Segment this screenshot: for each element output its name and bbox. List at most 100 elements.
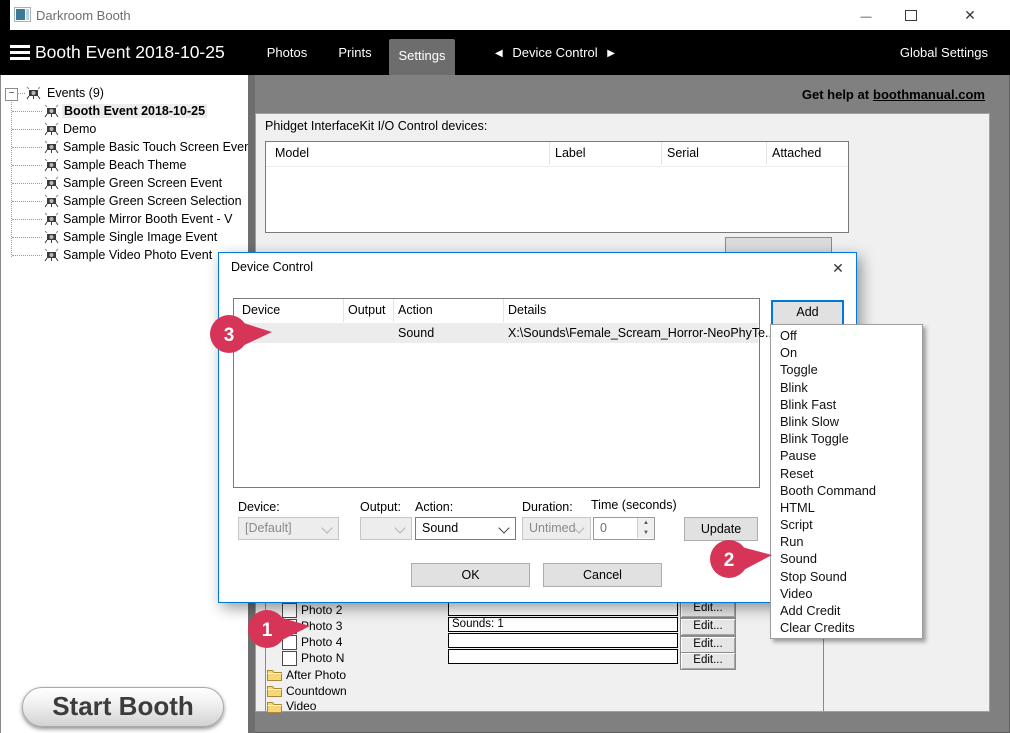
- folder-countdown[interactable]: Countdown: [286, 684, 347, 698]
- settings-page-pager: ◀ Device Control ▶: [495, 30, 615, 75]
- phidget-device-table[interactable]: Model Label Serial Attached: [265, 141, 849, 233]
- dialog-close-button[interactable]: ✕: [827, 258, 849, 278]
- menu-item-clear-credits[interactable]: Clear Credits: [771, 619, 922, 636]
- tab-photos[interactable]: Photos: [258, 30, 316, 75]
- ok-button[interactable]: OK: [411, 563, 530, 587]
- tree-item-mirror-booth[interactable]: Sample Mirror Booth Event - V: [0, 210, 248, 228]
- output-select[interactable]: [360, 517, 412, 540]
- col-details: Details: [508, 303, 547, 317]
- pager-right-icon[interactable]: ▶: [607, 48, 615, 59]
- tab-settings[interactable]: Settings: [389, 39, 455, 75]
- photo-2-field[interactable]: [448, 601, 678, 616]
- dialog-table-header: Device Output Action Details: [234, 299, 759, 324]
- close-icon: ✕: [832, 260, 844, 276]
- menu-item-pause[interactable]: Pause: [771, 447, 922, 464]
- edit-button-photo-n[interactable]: Edit...: [680, 652, 736, 670]
- tree-item-demo[interactable]: Demo: [0, 120, 248, 138]
- callout-number: 2: [724, 550, 735, 571]
- maximize-button[interactable]: [889, 0, 935, 30]
- dialog-action-table[interactable]: Device Output Action Details Sound X:\So…: [233, 298, 775, 488]
- title-bar: Darkroom Booth — ✕: [0, 0, 1010, 31]
- close-button[interactable]: ✕: [940, 0, 1000, 30]
- checkbox-label: Photo N: [301, 651, 345, 665]
- menu-item-blink-slow[interactable]: Blink Slow: [771, 413, 922, 430]
- duration-select[interactable]: Untimed: [522, 517, 591, 540]
- tree-item-single-image[interactable]: Sample Single Image Event: [0, 228, 248, 246]
- event-icon: [44, 230, 59, 244]
- tree-item-video-photo[interactable]: Sample Video Photo Event: [0, 246, 248, 264]
- folder-icon: [267, 670, 282, 681]
- tree-item-beach-theme[interactable]: Sample Beach Theme: [0, 156, 248, 174]
- menu-item-video[interactable]: Video: [771, 585, 922, 602]
- folder-video[interactable]: Video: [286, 699, 316, 713]
- tree-item-green-selection[interactable]: Sample Green Screen Selection: [0, 192, 248, 210]
- tree-root-events[interactable]: Events (9): [0, 84, 248, 102]
- spinner-up-button[interactable]: ▲: [637, 518, 654, 528]
- phidget-label: Phidget InterfaceKit I/O Control devices…: [265, 119, 488, 133]
- app-window: Darkroom Booth — ✕ Booth Event 2018-10-2…: [0, 0, 1010, 733]
- photo-n-field[interactable]: [448, 649, 678, 664]
- checkbox-photo-n[interactable]: [282, 651, 297, 666]
- menu-item-on[interactable]: On: [771, 344, 922, 361]
- nav-bar: Booth Event 2018-10-25 Photos Prints Set…: [0, 30, 1010, 75]
- events-sidebar: − Events (9) Booth Event 2018-10-25 Demo…: [0, 75, 255, 733]
- event-group-icon: [26, 86, 41, 100]
- pager-left-icon[interactable]: ◀: [495, 48, 503, 59]
- edit-button-photo-3[interactable]: Edit...: [680, 618, 736, 636]
- folder-icon: [267, 702, 282, 713]
- tab-prints[interactable]: Prints: [328, 30, 382, 75]
- menu-item-blink[interactable]: Blink: [771, 379, 922, 396]
- time-spinner[interactable]: 0 ▲ ▼: [593, 517, 655, 540]
- menu-item-blink-toggle[interactable]: Blink Toggle: [771, 430, 922, 447]
- menu-item-toggle[interactable]: Toggle: [771, 361, 922, 378]
- tree-item-green-screen[interactable]: Sample Green Screen Event: [0, 174, 248, 192]
- folder-icon: [267, 686, 282, 697]
- help-link[interactable]: boothmanual.com: [873, 87, 985, 102]
- col-serial: Serial: [667, 146, 699, 160]
- menu-item-add-credit[interactable]: Add Credit: [771, 602, 922, 619]
- app-icon: [14, 7, 31, 22]
- photo-3-field[interactable]: Sounds: 1: [448, 617, 678, 632]
- menu-item-reset[interactable]: Reset: [771, 465, 922, 482]
- menu-item-blink-fast[interactable]: Blink Fast: [771, 396, 922, 413]
- output-label: Output:: [360, 500, 401, 514]
- menu-item-off[interactable]: Off: [771, 327, 922, 344]
- duration-label: Duration:: [522, 500, 573, 514]
- event-icon: [44, 104, 59, 118]
- menu-item-booth-command[interactable]: Booth Command: [771, 482, 922, 499]
- menu-item-stop-sound[interactable]: Stop Sound: [771, 568, 922, 585]
- event-icon: [44, 122, 59, 136]
- col-attached: Attached: [772, 146, 822, 160]
- menu-item-script[interactable]: Script: [771, 516, 922, 533]
- device-select[interactable]: [Default]: [238, 517, 339, 540]
- event-icon: [44, 212, 59, 226]
- menu-item-html[interactable]: HTML: [771, 499, 922, 516]
- phidget-table-header: Model Label Serial Attached: [266, 142, 848, 167]
- global-settings-link[interactable]: Global Settings: [900, 30, 988, 75]
- row-details-value: X:\Sounds\Female_Scream_Horror-NeoPhyTe.…: [508, 326, 776, 340]
- start-booth-button[interactable]: Start Booth: [22, 687, 224, 727]
- pager-label: Device Control: [512, 45, 598, 60]
- photo-4-field[interactable]: [448, 633, 678, 648]
- tree-item-booth-event[interactable]: Booth Event 2018-10-25: [0, 102, 248, 120]
- action-select[interactable]: Sound: [415, 517, 516, 540]
- chevron-down-icon: [321, 522, 333, 534]
- cancel-button[interactable]: Cancel: [543, 563, 662, 587]
- menu-item-sound[interactable]: Sound: [771, 550, 922, 567]
- spinner-down-button[interactable]: ▼: [637, 528, 654, 538]
- time-label: Time (seconds): [591, 498, 677, 512]
- down-arrow-icon: ▼: [643, 530, 649, 536]
- close-icon: ✕: [964, 7, 976, 23]
- folder-after-photo[interactable]: After Photo: [286, 668, 346, 682]
- nav-event-title: Booth Event 2018-10-25: [35, 42, 225, 62]
- add-button[interactable]: Add: [771, 300, 844, 326]
- callout-1: 1: [248, 610, 310, 648]
- col-action: Action: [398, 303, 433, 317]
- minimize-button[interactable]: —: [843, 0, 889, 30]
- tree-item-basic-touch[interactable]: Sample Basic Touch Screen Event: [0, 138, 255, 156]
- event-icon: [44, 158, 59, 172]
- up-arrow-icon: ▲: [643, 520, 649, 526]
- event-icon: [44, 248, 59, 262]
- menu-item-run[interactable]: Run: [771, 533, 922, 550]
- background-add-button-partial: [725, 237, 832, 253]
